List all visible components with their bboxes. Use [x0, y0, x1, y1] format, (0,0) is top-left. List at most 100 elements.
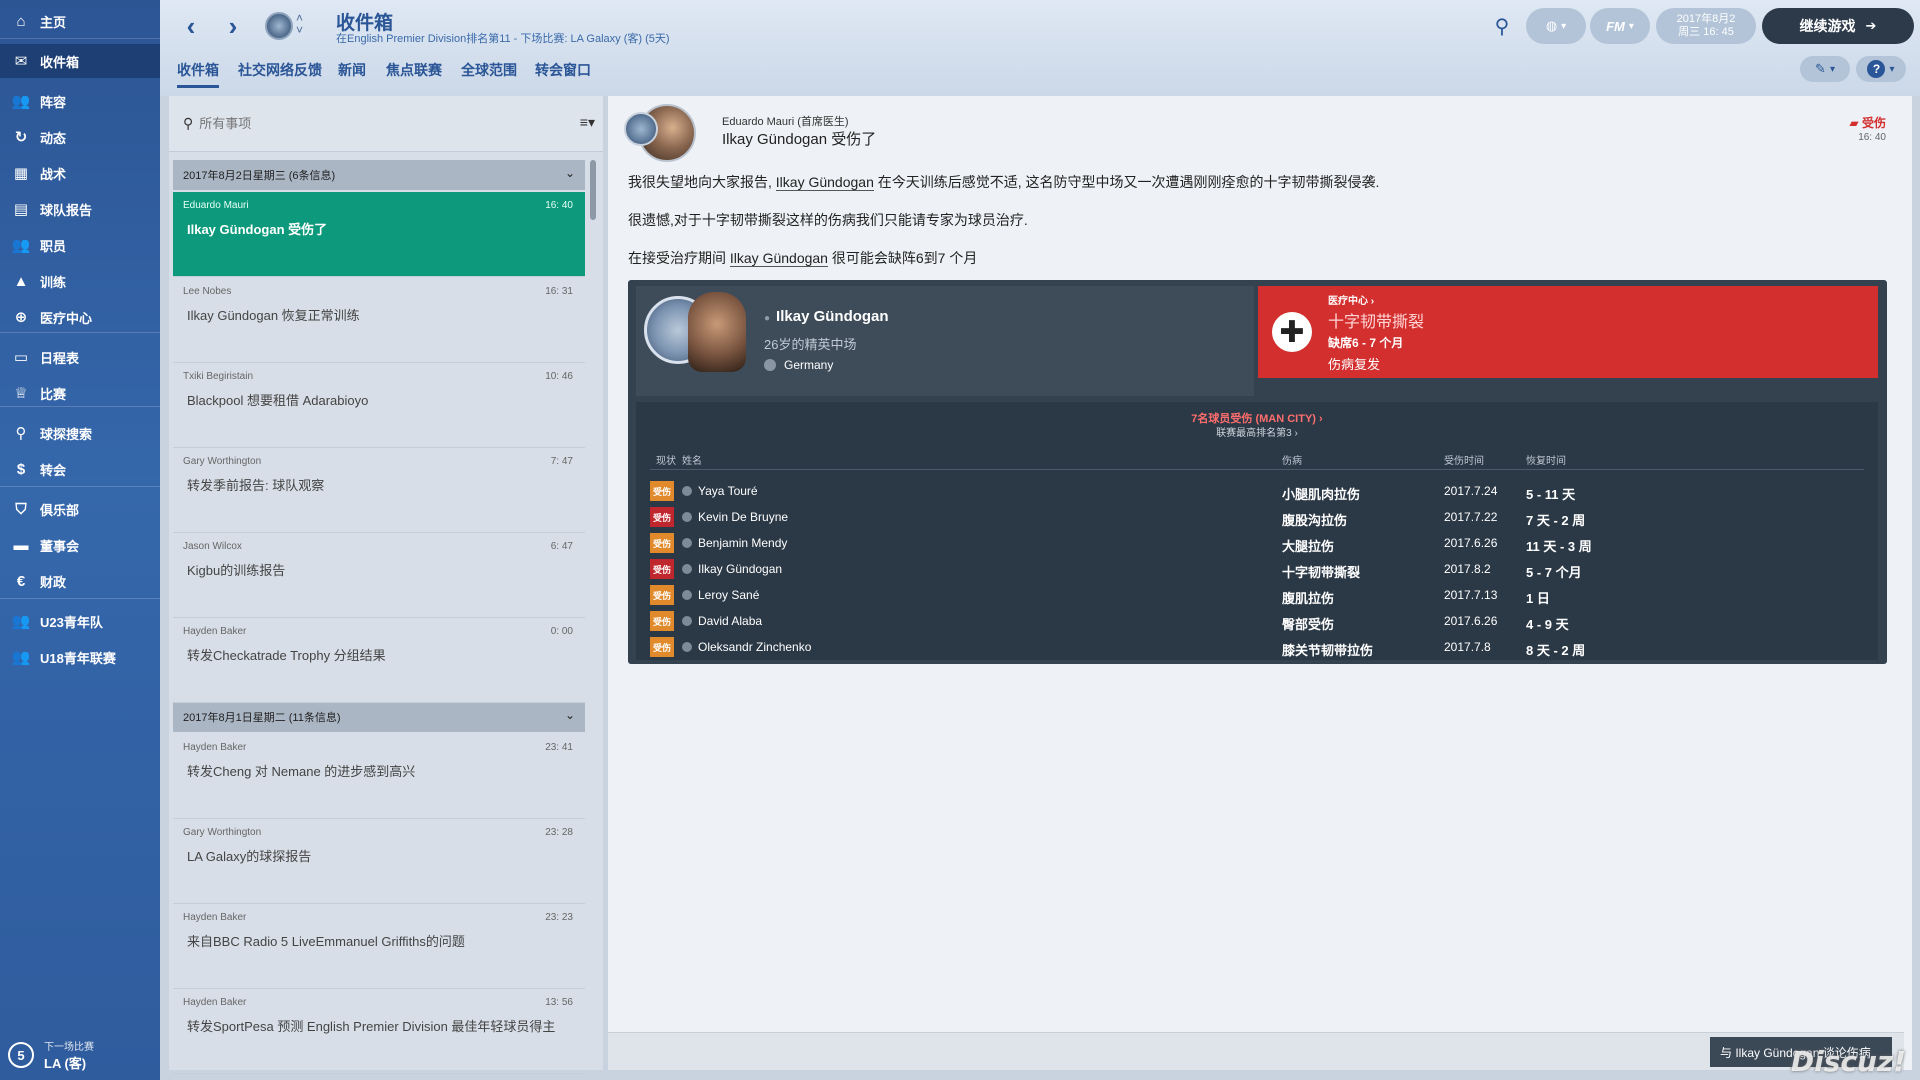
player-link[interactable]: Ilkay Gündogan — [775, 174, 874, 191]
club-switch-icon[interactable]: ˄ ˅ — [296, 12, 303, 36]
column-header-injury[interactable]: 伤病 — [1282, 452, 1302, 467]
next-match-widget[interactable]: 5 下一场比赛 LA (客) — [0, 1030, 160, 1080]
help-menu-button[interactable]: ? ▾ — [1856, 56, 1906, 82]
sidebar-item-transfers[interactable]: $ 转会 — [0, 452, 160, 486]
back-arrow-icon[interactable]: ‹ — [178, 11, 204, 41]
game-date-button[interactable]: 2017年8月2 周三 16: 45 — [1656, 8, 1756, 44]
sidebar-item-medical-centre[interactable]: ⊕ 医疗中心 — [0, 300, 160, 334]
list-scrollbar[interactable] — [590, 160, 596, 220]
player-summary[interactable]: ● Ilkay Gündogan 26岁的精英中场 Germany — [636, 286, 1254, 396]
inbox-message[interactable]: Gary Worthington 7: 47 转发季前报告: 球队观察 — [173, 448, 585, 533]
date-group-header[interactable]: 2017年8月1日星期二 (11条信息) ⌄ — [173, 702, 585, 732]
club-badge-icon[interactable] — [265, 12, 293, 40]
info-icon[interactable] — [682, 642, 692, 652]
message-sender: Jason Wilcox — [183, 541, 242, 552]
sidebar-item-schedule[interactable]: ▭ 日程表 — [0, 340, 160, 374]
fm-menu-button[interactable]: FM ▾ — [1590, 8, 1650, 44]
injury-table-row[interactable]: 受伤 Ilkay Gündogan 十字韧带撕裂 2017.8.2 5 - 7 个月 — [650, 556, 1864, 582]
days-until-match: 5 — [8, 1042, 34, 1068]
message-subject: Ilkay Gündogan 受伤了 — [187, 222, 328, 237]
edit-menu-button[interactable]: ✎ ▾ — [1800, 56, 1850, 82]
player-name[interactable]: Benjamin Mendy — [698, 536, 787, 550]
player-link[interactable]: Ilkay Gündogan — [729, 250, 828, 267]
inbox-message[interactable]: Jason Wilcox 6: 47 Kigbu的训练报告 — [173, 533, 585, 618]
tab-worldwide[interactable]: 全球范围 — [461, 60, 517, 80]
sidebar-item-label: 财政 — [40, 574, 67, 590]
sender-name[interactable]: Eduardo Mauri (首席医生) — [722, 113, 849, 129]
column-header-recovery[interactable]: 恢复时间 — [1526, 452, 1566, 467]
info-icon[interactable] — [682, 486, 692, 496]
inbox-message[interactable]: Hayden Baker 0: 00 转发Checkatrade Trophy 分组… — [173, 618, 585, 703]
info-icon[interactable] — [682, 590, 692, 600]
inbox-message[interactable]: Lee Nobes 16: 31 Ilkay Gündogan 恢复正常训练 — [173, 278, 585, 363]
tab-transfer-window[interactable]: 转会窗口 — [535, 60, 591, 80]
sidebar-item-club[interactable]: ⛉ 俱乐部 — [0, 492, 160, 526]
column-header-name[interactable]: 姓名 — [682, 452, 702, 467]
player-name[interactable]: Ilkay Gündogan — [698, 562, 782, 576]
sidebar-item-training[interactable]: ▲ 训练 — [0, 264, 160, 298]
sidebar-item-home[interactable]: ⌂ 主页 — [0, 4, 160, 38]
continue-button[interactable]: 继续游戏 ➔ — [1762, 8, 1914, 44]
injury-date: 2017.7.13 — [1444, 588, 1498, 602]
inbox-message[interactable]: Eduardo Mauri 16: 40 Ilkay Gündogan 受伤了 — [173, 192, 585, 277]
sidebar-item-dynamics[interactable]: ↻ 动态 — [0, 120, 160, 154]
sidebar-item-competitions[interactable]: ♕ 比赛 — [0, 376, 160, 410]
injury-type: 腹股沟拉伤 — [1282, 513, 1348, 528]
sidebar-item-scouting[interactable]: ⚲ 球探搜索 — [0, 416, 160, 450]
column-header-status[interactable]: 现状 — [656, 452, 676, 467]
medical-centre-link[interactable]: 医疗中心 › — [1328, 292, 1374, 307]
player-name[interactable]: Kevin De Bruyne — [698, 510, 788, 524]
injury-table-row[interactable]: 受伤 David Alaba 臀部受伤 2017.6.26 4 - 9 天 — [650, 608, 1864, 634]
column-header-date[interactable]: 受伤时间 — [1444, 452, 1484, 467]
player-name[interactable]: Yaya Touré — [698, 484, 758, 498]
globe-menu-button[interactable]: ◍ ▾ — [1526, 8, 1586, 44]
player-name[interactable]: David Alaba — [698, 614, 762, 628]
sidebar-item-inbox[interactable]: ✉ 收件箱 — [0, 44, 160, 78]
sidebar-divider — [0, 486, 160, 487]
injury-table-row[interactable]: 受伤 Leroy Sané 腹肌拉伤 2017.7.13 1 日 — [650, 582, 1864, 608]
info-icon[interactable] — [682, 564, 692, 574]
search-icon[interactable]: ⚲ — [1488, 12, 1516, 40]
page-subtitle[interactable]: 在English Premier Division排名第11 - 下场比赛: L… — [336, 30, 670, 46]
message-time: 6: 47 — [550, 541, 573, 552]
sidebar-item-tactics[interactable]: ▦ 战术 — [0, 156, 160, 190]
tab-focus-leagues[interactable]: 焦点联赛 — [386, 60, 442, 80]
info-icon[interactable] — [682, 512, 692, 522]
injury-table-row[interactable]: 受伤 Yaya Touré 小腿肌肉拉伤 2017.7.24 5 - 11 天 — [650, 478, 1864, 504]
date-line: 2017年8月2 — [1676, 13, 1736, 25]
tab-news[interactable]: 新闻 — [338, 60, 366, 80]
sidebar-item-team-report[interactable]: ▤ 球队报告 — [0, 192, 160, 226]
injury-table-row[interactable]: 受伤 Oleksandr Zinchenko 膝关节韧带拉伤 2017.7.8 8 天 … — [650, 634, 1864, 660]
injury-name: 十字韧带撕裂 — [1328, 314, 1425, 331]
inbox-message[interactable]: Txiki Begiristain 10: 46 Blackpool 想要租借 Ad… — [173, 363, 585, 448]
inbox-message[interactable]: Hayden Baker 13: 56 转发SportPesa 预测 English… — [173, 989, 585, 1074]
sidebar-item-u23[interactable]: 👥 U23青年队 — [0, 604, 160, 638]
next-match-info: 下一场比赛 LA (客) — [44, 1038, 94, 1072]
filter-menu-icon[interactable]: ≡▾ — [580, 114, 595, 131]
sidebar-item-board[interactable]: ▬ 董事会 — [0, 528, 160, 562]
sidebar-item-u18[interactable]: 👥 U18青年联赛 — [0, 640, 160, 674]
injury-table-row[interactable]: 受伤 Kevin De Bruyne 腹股沟拉伤 2017.7.22 7 天 - 2 周 — [650, 504, 1864, 530]
message-sender: Gary Worthington — [183, 827, 262, 838]
tab-social-feed[interactable]: 社交网络反馈 — [238, 60, 322, 80]
sidebar-item-staff[interactable]: 👥 职员 — [0, 228, 160, 262]
inbox-message[interactable]: Gary Worthington 23: 28 LA Galaxy的球探报告 — [173, 819, 585, 904]
sidebar-item-finance[interactable]: € 财政 — [0, 564, 160, 598]
player-name[interactable]: ● Ilkay Gündogan — [764, 308, 889, 325]
inbox-message[interactable]: Hayden Baker 23: 23 来自BBC Radio 5 LiveEmma… — [173, 904, 585, 989]
injury-date: 2017.6.26 — [1444, 614, 1498, 628]
info-icon[interactable] — [682, 538, 692, 548]
player-name[interactable]: Oleksandr Zinchenko — [698, 640, 811, 654]
date-group-header[interactable]: 2017年8月2日星期三 (6条信息) ⌄ — [173, 160, 585, 190]
info-icon[interactable] — [682, 616, 692, 626]
sidebar-item-squad[interactable]: 👥 阵容 — [0, 84, 160, 118]
inbox-search-input[interactable] — [199, 116, 500, 131]
schedule-icon: ▭ — [13, 349, 29, 366]
injury-table-row[interactable]: 受伤 Benjamin Mendy 大腿拉伤 2017.6.26 11 天 - 3 周 — [650, 530, 1864, 556]
injury-table-subtitle[interactable]: 联赛最高排名第3 › — [636, 424, 1878, 439]
player-name[interactable]: Leroy Sané — [698, 588, 759, 602]
inbox-message[interactable]: Hayden Baker 23: 41 转发Cheng 对 Nemane 的进步感到… — [173, 734, 585, 819]
forward-arrow-icon[interactable]: › — [220, 11, 246, 41]
message-subject: Kigbu的训练报告 — [187, 563, 286, 578]
tab-inbox[interactable]: 收件箱 — [177, 60, 219, 88]
